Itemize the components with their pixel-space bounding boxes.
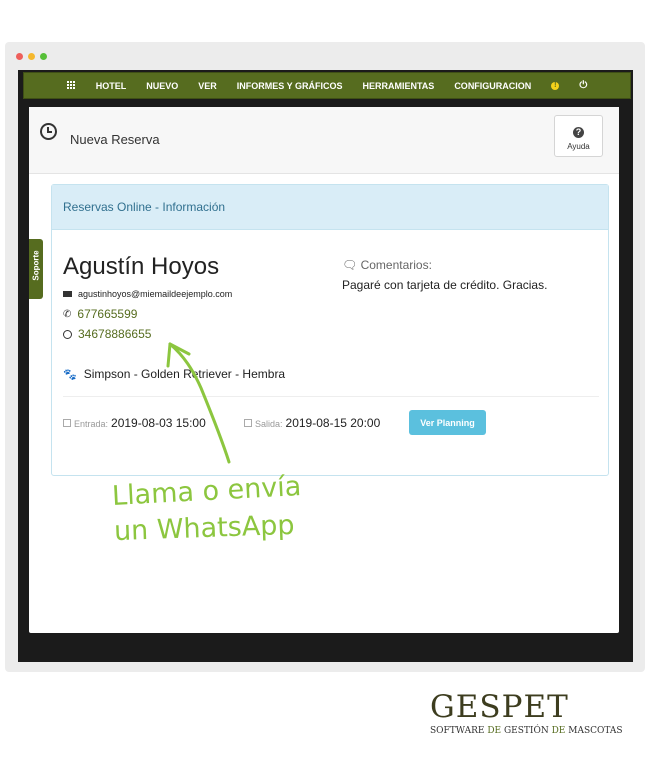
- warning-icon[interactable]: !: [551, 81, 560, 90]
- browser-window: HOTEL NUEVO VER INFORMES Y GRÁFICOS HERR…: [5, 42, 645, 672]
- window-titlebar: [5, 42, 645, 70]
- phone-icon: ✆: [63, 308, 72, 320]
- question-icon: ?: [573, 127, 584, 138]
- app-screen: HOTEL NUEVO VER INFORMES Y GRÁFICOS HERR…: [18, 70, 633, 662]
- entrada-value: 2019-08-03 15:00: [111, 416, 206, 430]
- salida-row: Salida: 2019-08-15 20:00: [244, 416, 380, 430]
- whatsapp-row: 34678886655: [63, 327, 151, 341]
- panel-header: Nueva Reserva ? Ayuda: [29, 107, 619, 174]
- whatsapp-link[interactable]: 34678886655: [78, 327, 151, 341]
- calendar-icon: [244, 419, 252, 427]
- comments-icon: 🗨: [342, 258, 358, 272]
- pet-row: 🐾 Simpson - Golden Retriever - Hembra: [63, 367, 285, 381]
- power-icon[interactable]: ⏻: [579, 80, 587, 91]
- logo-subtitle: SOFTWARE DE GESTIÓN DE MASCOTAS: [430, 726, 623, 736]
- entrada-label: Entrada:: [74, 419, 109, 429]
- help-label: Ayuda: [567, 142, 590, 151]
- client-name: Agustín Hoyos: [63, 253, 220, 280]
- comments-text: Pagaré con tarjeta de crédito. Gracias.: [342, 278, 548, 292]
- minimize-window-dot[interactable]: [28, 53, 35, 60]
- email-row: agustinhoyos@miemaildeejemplo.com: [63, 289, 232, 299]
- help-button[interactable]: ? Ayuda: [554, 115, 603, 157]
- nav-informes[interactable]: INFORMES Y GRÁFICOS: [237, 81, 343, 91]
- envelope-icon: [63, 291, 72, 297]
- ver-planning-button[interactable]: Ver Planning: [409, 410, 486, 435]
- logo-main-text: GESPET: [430, 689, 569, 725]
- salida-label: Salida:: [255, 419, 283, 429]
- grid-icon[interactable]: [66, 81, 76, 90]
- clock-icon: [40, 123, 57, 140]
- gespet-logo: GESPET SOFTWARE DE GESTIÓN DE MASCOTAS: [430, 690, 623, 736]
- close-window-dot[interactable]: [16, 53, 23, 60]
- comments-label-text: Comentarios:: [360, 258, 432, 272]
- support-tab-label: Soporte: [31, 250, 41, 281]
- card-title: Reservas Online - Información: [52, 185, 608, 230]
- nav-herramientas[interactable]: HERRAMIENTAS: [362, 81, 434, 91]
- paw-icon: 🐾: [63, 368, 77, 381]
- divider: [63, 396, 599, 397]
- online-reservation-card: Reservas Online - Información Agustín Ho…: [51, 184, 609, 476]
- support-tab[interactable]: Soporte: [29, 239, 43, 299]
- email-address[interactable]: agustinhoyos@miemaildeejemplo.com: [78, 289, 232, 299]
- nav-configuracion[interactable]: CONFIGURACION: [454, 81, 531, 91]
- nav-nuevo[interactable]: NUEVO: [146, 81, 178, 91]
- phone-row: ✆ 677665599: [63, 307, 137, 321]
- maximize-window-dot[interactable]: [40, 53, 47, 60]
- nav-hotel[interactable]: HOTEL: [96, 81, 127, 91]
- pet-info: Simpson - Golden Retriever - Hembra: [83, 367, 286, 381]
- phone-link[interactable]: 677665599: [77, 307, 137, 321]
- entrada-row: Entrada: 2019-08-03 15:00: [63, 416, 206, 430]
- reservation-panel: Nueva Reserva ? Ayuda Soporte Reservas O…: [29, 107, 619, 633]
- salida-value: 2019-08-15 20:00: [285, 416, 381, 430]
- page-title: Nueva Reserva: [70, 132, 160, 147]
- whatsapp-icon: [63, 329, 72, 339]
- calendar-icon: [63, 419, 71, 427]
- main-navbar: HOTEL NUEVO VER INFORMES Y GRÁFICOS HERR…: [23, 72, 631, 99]
- nav-ver[interactable]: VER: [198, 81, 217, 91]
- comments-label: 🗨 Comentarios:: [342, 258, 432, 272]
- annotation-line-2: un WhatsApp: [113, 509, 296, 548]
